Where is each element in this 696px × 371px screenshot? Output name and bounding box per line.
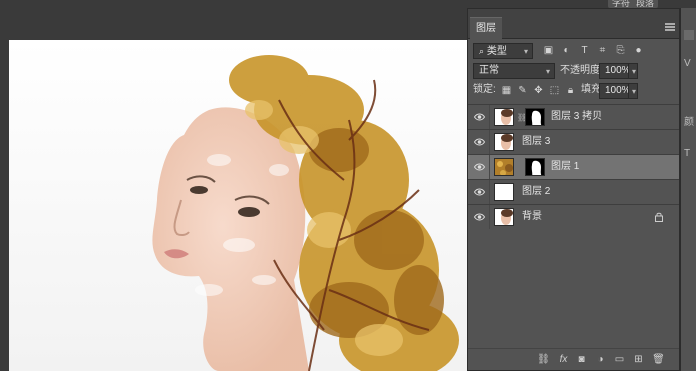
color-swatch[interactable] [684, 30, 694, 40]
layer-thumbnail [494, 133, 514, 151]
layer-name: 图层 3 [522, 136, 551, 147]
filter-type-value: 类型 [486, 46, 507, 57]
layer-name: 图层 1 [551, 161, 580, 172]
lock-transparent-icon[interactable]: ▦ [500, 84, 513, 97]
lock-icon [655, 212, 663, 222]
visibility-toggle[interactable] [468, 205, 490, 229]
chevron-down-icon: ▾ [631, 87, 636, 96]
layer-name: 图层 3 拷贝 [551, 111, 603, 122]
side-glyph-color: 颜 [684, 117, 694, 128]
layer-name: 图层 2 [522, 186, 551, 197]
filter-row: ⌕ 类型 ▾ ▣ ◐ T ⌗ ⎘ ● [468, 41, 679, 61]
lock-all-icon[interactable]: 🔒︎ [564, 84, 577, 97]
layer-row[interactable]: ⛓︎ 图层 3 拷贝 [468, 104, 679, 129]
shape-filter-icon[interactable]: ⌗ [596, 44, 609, 57]
fill-dropdown[interactable]: ▾ [628, 83, 638, 99]
lock-image-icon[interactable]: ✎ [516, 84, 529, 97]
tab-layers[interactable]: 图层 [470, 17, 502, 39]
panel-tab-bar: 图层 [468, 9, 679, 39]
adjustment-filter-icon[interactable]: ◐ [560, 44, 573, 57]
workspace: 字符 段落 V 颜 T 图层 ⌕ 类型 ▾ ▣ ◐ T ⌗ ⎘ ● 正常 ▾ 不… [0, 0, 696, 371]
double-exposure-artwork [152, 55, 459, 371]
eye-icon [474, 163, 485, 171]
visibility-toggle[interactable] [468, 105, 490, 129]
lock-row: 锁定: ▦ ✎ ✥ ⬚ 🔒︎ 填充: 100% ▾ [468, 82, 679, 100]
blend-row: 正常 ▾ 不透明度: 100% ▾ [468, 63, 679, 81]
layer-thumbnail [494, 208, 514, 226]
image-filter-icon[interactable]: ▣ [542, 44, 555, 57]
opacity-value: 100% [605, 65, 631, 76]
eye-icon [474, 138, 485, 146]
visibility-toggle[interactable] [468, 180, 490, 204]
fill-value: 100% [605, 85, 631, 96]
lock-artboard-icon[interactable]: ⬚ [548, 84, 561, 97]
type-filter-icon[interactable]: T [578, 44, 591, 57]
side-panel-strip: V 颜 T [680, 8, 696, 371]
delete-layer-icon[interactable]: 🗑︎ [652, 353, 665, 366]
chevron-down-icon: ▾ [631, 67, 636, 76]
blend-mode-select[interactable]: 正常 ▾ [473, 63, 555, 79]
opacity-dropdown[interactable]: ▾ [628, 63, 638, 79]
eye-icon [474, 188, 485, 196]
fx-icon[interactable]: fx [557, 353, 570, 366]
filter-toggle-icon[interactable]: ● [632, 44, 645, 57]
document-canvas[interactable] [9, 40, 479, 371]
blend-mode-value: 正常 [479, 65, 499, 76]
add-mask-icon[interactable]: ◙ [575, 353, 588, 366]
layer-thumbnail [494, 158, 514, 176]
layer-row[interactable]: 图层 3 [468, 129, 679, 154]
chain-link-icon[interactable]: ⛓︎ [517, 113, 527, 122]
visibility-toggle[interactable] [468, 155, 490, 179]
panel-menu-icon[interactable] [665, 23, 675, 31]
chevron-down-icon: ▾ [545, 67, 550, 76]
smart-object-filter-icon[interactable]: ⎘ [614, 44, 627, 57]
side-glyph-t: T [684, 148, 691, 159]
tab-paragraph[interactable]: 段落 [632, 0, 659, 8]
layer-thumbnail [494, 108, 514, 126]
eye-icon [474, 113, 485, 121]
layer-row[interactable]: 图层 2 [468, 179, 679, 204]
lock-position-icon[interactable]: ✥ [532, 84, 545, 97]
opacity-label: 不透明度: [560, 65, 603, 76]
layer-mask-thumbnail[interactable] [525, 108, 545, 126]
layer-mask-thumbnail[interactable] [525, 158, 545, 176]
layers-panel-footer: ⛓︎ fx ◙ ◑ ▭ ⊞ 🗑︎ [468, 348, 679, 370]
layer-row[interactable]: 背景 [468, 204, 679, 229]
layer-row[interactable]: 图层 1 [468, 154, 679, 179]
adjustment-layer-icon[interactable]: ◑ [594, 353, 607, 366]
tab-character[interactable]: 字符 [608, 0, 635, 8]
new-group-icon[interactable]: ▭ [613, 353, 626, 366]
link-layers-icon[interactable]: ⛓︎ [537, 353, 550, 366]
layers-panel: 图层 ⌕ 类型 ▾ ▣ ◐ T ⌗ ⎘ ● 正常 ▾ 不透明度: 100% ▾ … [467, 8, 680, 371]
eye-icon [474, 213, 485, 221]
lock-label: 锁定: [473, 84, 496, 95]
chevron-down-icon: ▾ [523, 47, 528, 56]
filter-type-select[interactable]: ⌕ 类型 ▾ [473, 43, 533, 59]
search-icon: ⌕ [479, 46, 485, 56]
new-layer-icon[interactable]: ⊞ [632, 353, 645, 366]
side-glyph-v: V [684, 58, 691, 69]
layer-thumbnail [494, 183, 514, 201]
layer-name: 背景 [522, 211, 542, 222]
visibility-toggle[interactable] [468, 130, 490, 154]
